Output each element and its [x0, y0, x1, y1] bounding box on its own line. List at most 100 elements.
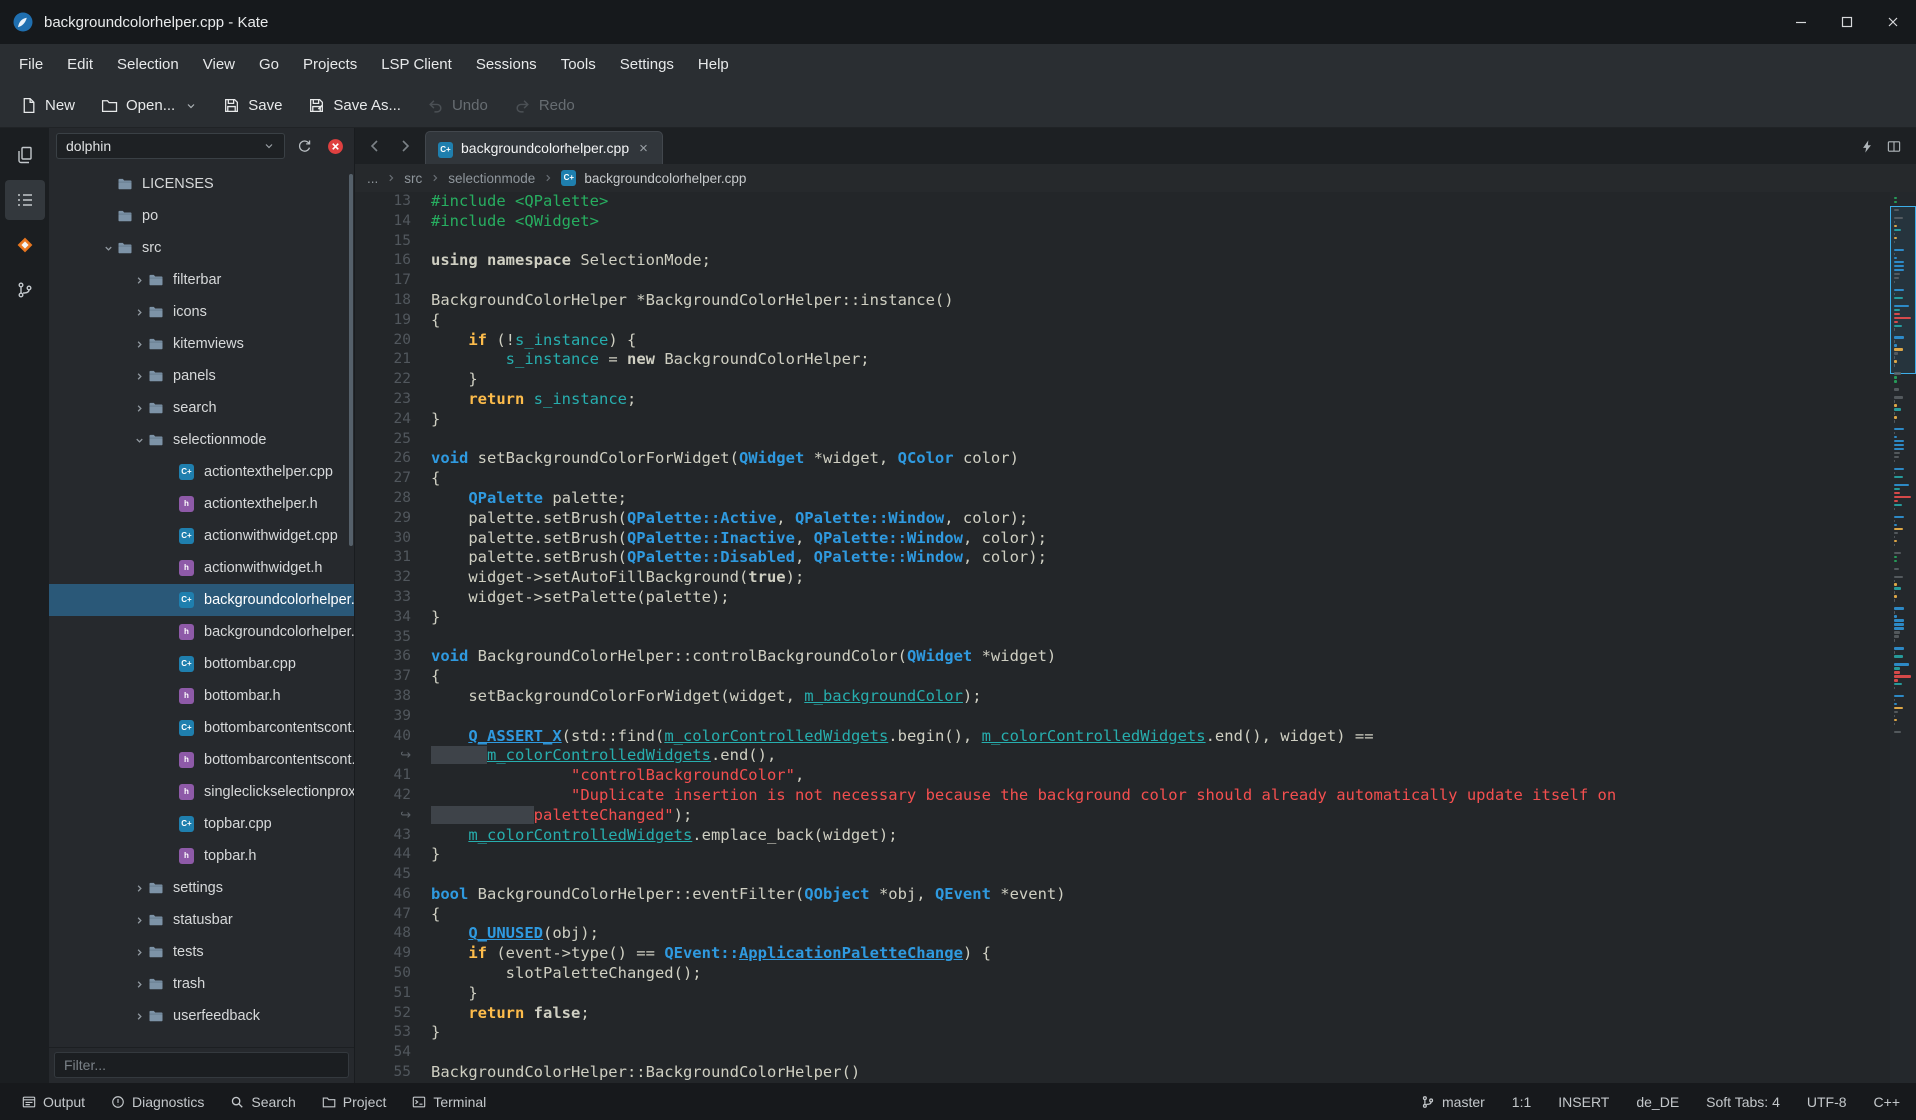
line-number[interactable]: 16: [355, 251, 425, 271]
code-line-text[interactable]: #include <QWidget>: [425, 212, 1916, 232]
code-line-text[interactable]: }: [425, 410, 1916, 430]
code-line-text[interactable]: #include <QPalette>: [425, 192, 1916, 212]
code-line-text[interactable]: using namespace SelectionMode;: [425, 251, 1916, 271]
code-line-text[interactable]: paletteChanged");: [425, 806, 1916, 826]
line-number[interactable]: 39: [355, 707, 425, 727]
sidebar-projects-button[interactable]: [5, 180, 45, 220]
line-number[interactable]: 40: [355, 727, 425, 747]
code-line-text[interactable]: void setBackgroundColorForWidget(QWidget…: [425, 449, 1916, 469]
tree-item-bottombarcontentscont[interactable]: C+bottombarcontentscont...: [49, 712, 354, 744]
line-number[interactable]: 43: [355, 826, 425, 846]
menu-selection[interactable]: Selection: [106, 50, 190, 79]
line-number[interactable]: 46: [355, 885, 425, 905]
line-number[interactable]: 48: [355, 924, 425, 944]
statusbar-search-button[interactable]: Search: [220, 1088, 305, 1116]
statusbar-output-button[interactable]: Output: [12, 1088, 95, 1116]
menu-sessions[interactable]: Sessions: [465, 50, 548, 79]
tree-item-bottombar-cpp[interactable]: C+bottombar.cpp: [49, 648, 354, 680]
code-line-text[interactable]: return s_instance;: [425, 390, 1916, 410]
tree-item-actiontexthelper-cpp[interactable]: C+actiontexthelper.cpp: [49, 456, 354, 488]
statusbar-diagnostics-button[interactable]: Diagnostics: [101, 1088, 214, 1116]
code-line-text[interactable]: {: [425, 667, 1916, 687]
save-button[interactable]: Save: [213, 90, 292, 121]
chevron-right-icon[interactable]: [130, 947, 148, 958]
tree-item-bottombar-h[interactable]: hbottombar.h: [49, 680, 354, 712]
new-button[interactable]: New: [10, 90, 85, 121]
line-number[interactable]: 18: [355, 291, 425, 311]
sidebar-symbols-button[interactable]: [5, 225, 45, 265]
split-view-icon[interactable]: [1886, 139, 1902, 154]
statusbar-input-mode[interactable]: INSERT: [1558, 1094, 1609, 1110]
maximize-button[interactable]: [1824, 0, 1870, 44]
filter-input[interactable]: [54, 1052, 349, 1078]
menu-settings[interactable]: Settings: [609, 50, 685, 79]
menu-edit[interactable]: Edit: [56, 50, 104, 79]
tree-item-backgroundcolorhelper-c[interactable]: C+backgroundcolorhelper.c...: [49, 584, 354, 616]
wrap-marker-icon[interactable]: ↪: [355, 746, 425, 766]
code-line-text[interactable]: }: [425, 370, 1916, 390]
statusbar-dictionary[interactable]: de_DE: [1636, 1094, 1679, 1110]
statusbar-project-button[interactable]: Project: [312, 1088, 397, 1116]
line-number[interactable]: 20: [355, 331, 425, 351]
tree-item-backgroundcolorhelper-h[interactable]: hbackgroundcolorhelper.h: [49, 616, 354, 648]
line-number[interactable]: 47: [355, 905, 425, 925]
line-number[interactable]: 51: [355, 984, 425, 1004]
line-number[interactable]: 35: [355, 628, 425, 648]
chevron-right-icon[interactable]: [130, 1011, 148, 1022]
line-number[interactable]: 45: [355, 865, 425, 885]
code-line-text[interactable]: widget->setPalette(palette);: [425, 588, 1916, 608]
tree-item-userfeedback[interactable]: userfeedback: [49, 1000, 354, 1032]
statusbar-terminal-button[interactable]: Terminal: [402, 1088, 496, 1116]
line-number[interactable]: 37: [355, 667, 425, 687]
save-as-button[interactable]: Save As...: [298, 90, 411, 121]
line-number[interactable]: 36: [355, 647, 425, 667]
line-number[interactable]: 17: [355, 271, 425, 291]
line-number[interactable]: 27: [355, 469, 425, 489]
line-number[interactable]: 30: [355, 529, 425, 549]
minimap[interactable]: [1890, 192, 1916, 1083]
chevron-right-icon[interactable]: [130, 371, 148, 382]
menu-file[interactable]: File: [8, 50, 54, 79]
code-line-text[interactable]: {: [425, 311, 1916, 331]
code-line-text[interactable]: palette.setBrush(QPalette::Disabled, QPa…: [425, 548, 1916, 568]
code-line-text[interactable]: {: [425, 905, 1916, 925]
code-line-text[interactable]: m_colorControlledWidgets.end(),: [425, 746, 1916, 766]
line-number[interactable]: 26: [355, 449, 425, 469]
menu-projects[interactable]: Projects: [292, 50, 368, 79]
code-line-text[interactable]: BackgroundColorHelper::BackgroundColorHe…: [425, 1063, 1916, 1083]
menu-help[interactable]: Help: [687, 50, 740, 79]
line-number[interactable]: 19: [355, 311, 425, 331]
line-number[interactable]: 38: [355, 687, 425, 707]
sidebar-git-button[interactable]: [5, 270, 45, 310]
code-line-text[interactable]: }: [425, 845, 1916, 865]
tree-item-src[interactable]: src: [49, 232, 354, 264]
statusbar-encoding[interactable]: UTF-8: [1807, 1094, 1847, 1110]
tree-item-icons[interactable]: icons: [49, 296, 354, 328]
menu-go[interactable]: Go: [248, 50, 290, 79]
code-line-text[interactable]: palette.setBrush(QPalette::Active, QPale…: [425, 509, 1916, 529]
code-line-text[interactable]: return false;: [425, 1004, 1916, 1024]
code-line-text[interactable]: }: [425, 984, 1916, 1004]
code-line-text[interactable]: palette.setBrush(QPalette::Inactive, QPa…: [425, 529, 1916, 549]
code-line-text[interactable]: [425, 1043, 1916, 1063]
chevron-down-icon[interactable]: [99, 243, 117, 254]
code-line-text[interactable]: if (event->type() == QEvent::Application…: [425, 944, 1916, 964]
code-line-text[interactable]: BackgroundColorHelper *BackgroundColorHe…: [425, 291, 1916, 311]
tab-back-button[interactable]: [361, 132, 389, 160]
line-number[interactable]: 49: [355, 944, 425, 964]
tree-scrollbar[interactable]: [349, 174, 353, 546]
quick-open-icon[interactable]: [1860, 139, 1874, 154]
project-selector[interactable]: dolphin: [56, 133, 285, 159]
chevron-right-icon[interactable]: [130, 339, 148, 350]
tree-item-selectionmode[interactable]: selectionmode: [49, 424, 354, 456]
code-line-text[interactable]: m_colorControlledWidgets.emplace_back(wi…: [425, 826, 1916, 846]
wrap-marker-icon[interactable]: ↪: [355, 806, 425, 826]
tree-item-panels[interactable]: panels: [49, 360, 354, 392]
code-line-text[interactable]: }: [425, 608, 1916, 628]
line-number[interactable]: 33: [355, 588, 425, 608]
tree-item-search[interactable]: search: [49, 392, 354, 424]
code-line-text[interactable]: "controlBackgroundColor",: [425, 766, 1916, 786]
statusbar-git-branch[interactable]: master: [1421, 1094, 1485, 1110]
tree-item-po[interactable]: po: [49, 200, 354, 232]
open-button[interactable]: Open...: [91, 90, 207, 121]
